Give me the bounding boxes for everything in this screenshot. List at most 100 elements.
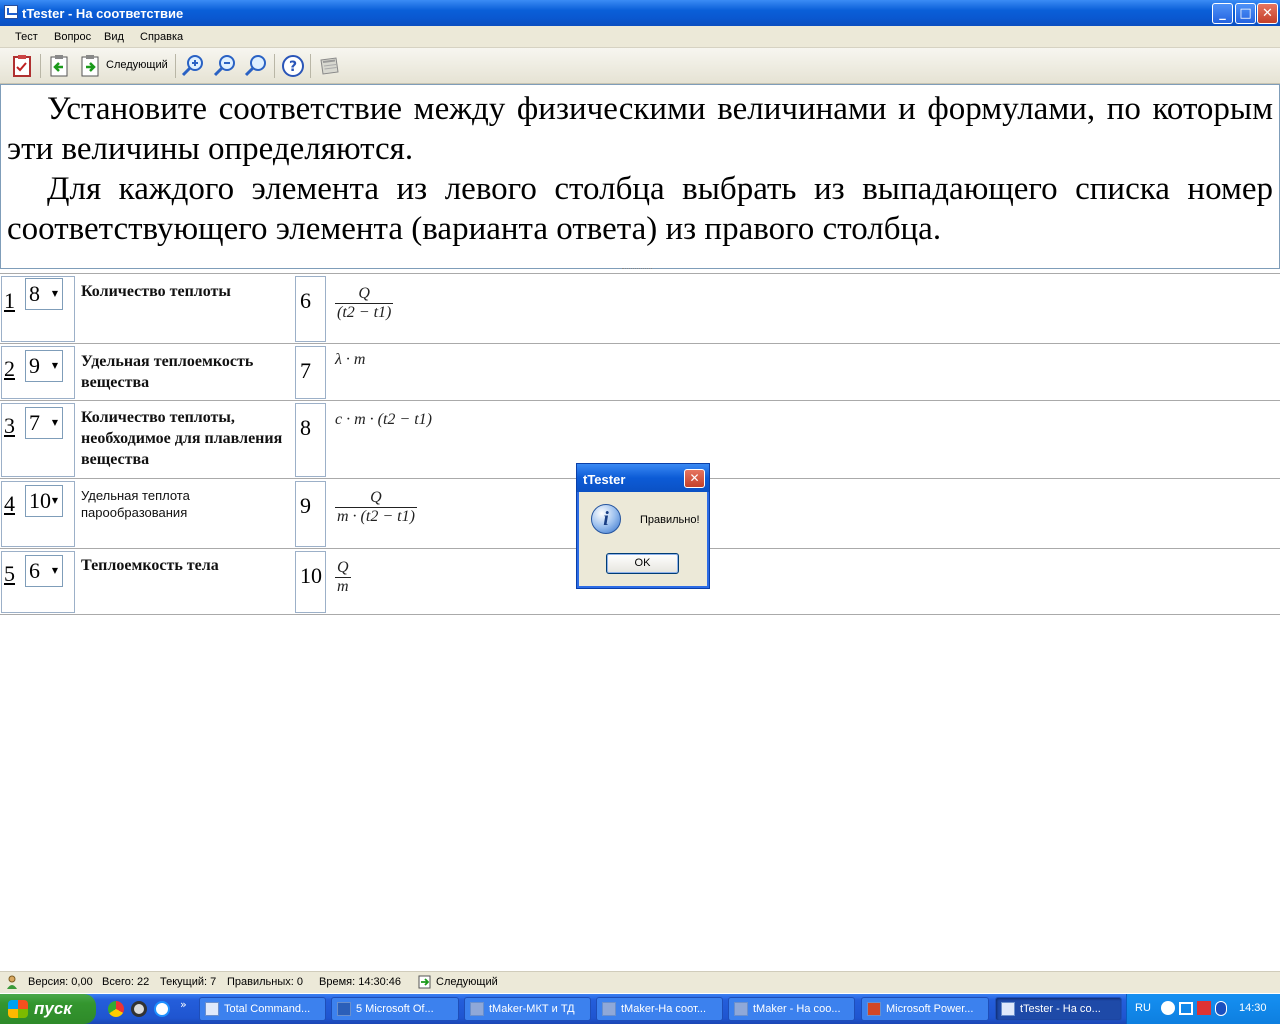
dropdown-arrow-icon: ▼ (51, 496, 58, 505)
window-title: tTester - На соответствие (22, 6, 184, 21)
puzzle-icon (734, 1002, 748, 1016)
windows-logo-icon (8, 1000, 28, 1018)
left-item-number: 4 (4, 491, 15, 516)
window-icon (205, 1002, 219, 1016)
app-icon (4, 5, 18, 19)
close-button[interactable]: ✕ (1257, 3, 1278, 24)
quicklaunch-more-icon[interactable]: » (180, 998, 187, 1011)
dropdown-arrow-icon: ▼ (51, 566, 58, 575)
tray-network-icon[interactable] (1161, 1001, 1175, 1015)
svg-text:?: ? (289, 59, 297, 75)
left-item-label: Удельная теплоемкость вещества (81, 353, 254, 391)
answer-select[interactable]: 6 ▼ (25, 555, 63, 587)
status-current: Текущий: 7 (160, 976, 217, 988)
dropdown-arrow-icon: ▼ (51, 418, 58, 427)
status-total: Всего: 22 (102, 976, 150, 988)
question-text: Установите соответствие между физическим… (0, 84, 1280, 269)
formula-8: c · m · (t2 − t1) (335, 411, 432, 428)
formula-7: λ · m (335, 351, 366, 368)
puzzle-icon (602, 1002, 616, 1016)
menu-help[interactable]: Справка (140, 31, 183, 43)
answer-select[interactable]: 8 ▼ (25, 278, 63, 310)
next-question-icon[interactable] (78, 54, 102, 78)
start-button[interactable]: пуск (0, 994, 96, 1024)
next-button-label[interactable]: Следующий (106, 59, 168, 71)
left-item-label: Количество теплоты, необходимое для плав… (81, 409, 283, 468)
window-icon (1001, 1002, 1015, 1016)
message-dialog: tTester ✕ i Правильно! OK (576, 463, 710, 589)
zoom-in-icon[interactable] (181, 54, 205, 78)
status-time: Время: 14:30:46 (319, 976, 402, 988)
answer-select-value: 8 (29, 281, 40, 306)
word-icon (337, 1002, 351, 1016)
puzzle-icon (470, 1002, 484, 1016)
info-icon: i (591, 504, 621, 534)
answer-select[interactable]: 7 ▼ (25, 407, 63, 439)
taskbar-item[interactable]: tMaker - На соо... (728, 997, 855, 1021)
question-paragraph-2: Для каждого элемента из левого столбца в… (7, 171, 1273, 247)
right-item-number: 7 (300, 358, 311, 383)
right-item-number: 6 (300, 288, 311, 313)
powerpoint-icon (867, 1002, 881, 1016)
answer-select-value: 6 (29, 558, 40, 583)
zoom-reset-icon[interactable] (244, 54, 268, 78)
menu-bar: Тест Вопрос Вид Справка (0, 26, 1280, 48)
status-next[interactable]: Следующий (436, 976, 498, 988)
left-item-label: Удельная теплота парообразования (81, 488, 190, 520)
tray-alert-icon[interactable] (1197, 1001, 1211, 1015)
dropdown-arrow-icon: ▼ (51, 361, 58, 370)
menu-test[interactable]: Тест (15, 31, 38, 43)
zoom-out-icon[interactable] (213, 54, 237, 78)
formula-9: Qm · (t2 − t1) (335, 489, 417, 525)
formula-6: Q (t2 − t1) (335, 285, 394, 321)
minimize-button[interactable]: _ (1212, 3, 1233, 24)
left-item-label: Количество теплоты (81, 283, 231, 300)
answer-select-value: 9 (29, 353, 40, 378)
maximize-button[interactable]: □ (1235, 3, 1256, 24)
menu-question[interactable]: Вопрос (54, 31, 91, 43)
ok-button[interactable]: OK (606, 553, 679, 574)
clock[interactable]: 14:30 (1239, 1002, 1267, 1014)
left-item-number: 3 (4, 413, 15, 438)
help-icon[interactable]: ? (281, 54, 305, 78)
internet-explorer-icon[interactable] (154, 1001, 170, 1017)
tray-windows-icon[interactable] (1179, 1002, 1193, 1015)
taskbar-item[interactable]: tMaker-МКТ и ТД (464, 997, 591, 1021)
answer-select[interactable]: 10 ▼ (25, 485, 63, 517)
tray-bluetooth-icon[interactable] (1215, 1001, 1227, 1016)
user-icon (6, 975, 18, 989)
answer-select-value: 7 (29, 410, 40, 435)
left-item-number: 2 (4, 356, 15, 381)
taskbar-item[interactable]: tMaker-На соот... (596, 997, 723, 1021)
chrome-icon[interactable] (108, 1001, 124, 1017)
dropdown-arrow-icon: ▼ (51, 289, 58, 298)
answer-select[interactable]: 9 ▼ (25, 350, 63, 382)
checklist-icon[interactable] (10, 54, 34, 78)
status-bar: Версия: 0,00 Всего: 22 Текущий: 7 Правил… (0, 971, 1280, 993)
next-icon[interactable] (418, 975, 431, 989)
taskbar-item[interactable]: Total Command... (199, 997, 326, 1021)
language-indicator[interactable]: RU (1135, 1002, 1151, 1014)
question-paragraph-1: Установите соответствие между физическим… (7, 91, 1273, 167)
taskbar-item[interactable]: 5 Microsoft Of... (331, 997, 459, 1021)
taskbar-item-active[interactable]: tTester - На со... (995, 997, 1122, 1021)
menu-view[interactable]: Вид (104, 31, 124, 43)
status-version: Версия: 0,00 (28, 976, 93, 988)
splitter-grip[interactable] (622, 268, 652, 271)
right-item-number: 9 (300, 493, 311, 518)
left-item-number: 5 (4, 561, 15, 586)
taskbar: пуск » Total Command... 5 Microsoft Of..… (0, 994, 1280, 1024)
title-bar: tTester - На соответствие _ □ ✕ (0, 0, 1280, 26)
toolbar: Следующий ? (0, 48, 1280, 84)
table-row: 1 8 ▼ Количество теплоты 6 Q (t2 − t1) (0, 273, 1280, 343)
table-row: 2 9 ▼ Удельная теплоемкость вещества 7 λ … (0, 343, 1280, 400)
left-item-label: Теплоемкость тела (81, 557, 219, 574)
taskbar-item[interactable]: Microsoft Power... (861, 997, 989, 1021)
dialog-close-button[interactable]: ✕ (684, 469, 705, 488)
formula-10: Qm (335, 559, 351, 595)
media-player-icon[interactable] (131, 1001, 147, 1017)
prev-question-icon[interactable] (47, 54, 71, 78)
right-item-number: 8 (300, 415, 311, 440)
calculator-icon[interactable] (316, 54, 340, 78)
system-tray: RU 14:30 (1126, 994, 1280, 1024)
